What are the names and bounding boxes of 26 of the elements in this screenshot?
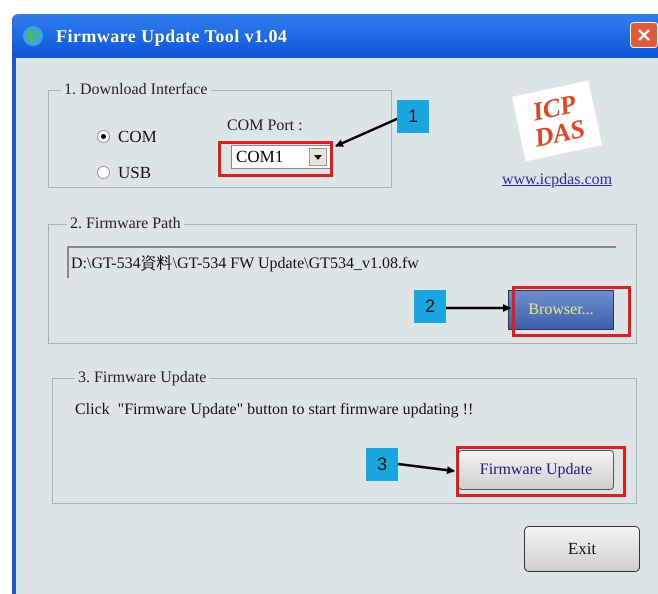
step-number-badge: 2 xyxy=(414,290,446,323)
browser-button[interactable]: Browser... xyxy=(508,290,614,330)
close-button[interactable] xyxy=(630,22,658,48)
close-icon xyxy=(637,28,651,42)
group-legend: 1. Download Interface xyxy=(61,78,210,102)
group-legend: 3. Firmware Update xyxy=(75,366,210,390)
window-title: Firmware Update Tool v1.04 xyxy=(56,24,288,48)
com-port-label: COM Port : xyxy=(227,116,304,136)
globe-icon xyxy=(22,25,44,47)
arrow xyxy=(335,116,400,148)
arrow xyxy=(398,462,455,474)
logo: ICP DAS xyxy=(512,80,602,162)
website-link[interactable]: www.icpdas.com xyxy=(502,168,612,192)
step-number-badge: 1 xyxy=(397,100,429,133)
arrow xyxy=(446,304,511,312)
com-port-dropdown[interactable]: COM1 xyxy=(231,145,331,169)
instruction-text: Click "Firmware Update" button to start firmware updating !! xyxy=(75,400,474,420)
group-legend: 2. Firmware Path xyxy=(67,212,184,236)
step-number-badge: 3 xyxy=(366,448,398,481)
radio-button[interactable] xyxy=(97,130,110,144)
path-field[interactable]: D:\GT-534資料\GT-534 FW Update\GT534_v1.08.fw xyxy=(67,246,616,278)
radio-button[interactable] xyxy=(97,166,110,179)
radio-label: USB xyxy=(118,162,152,184)
radio-label: COM xyxy=(118,126,157,148)
firmware-update-button[interactable]: Firmware Update xyxy=(458,450,614,490)
exit-button[interactable]: Exit xyxy=(524,526,640,572)
